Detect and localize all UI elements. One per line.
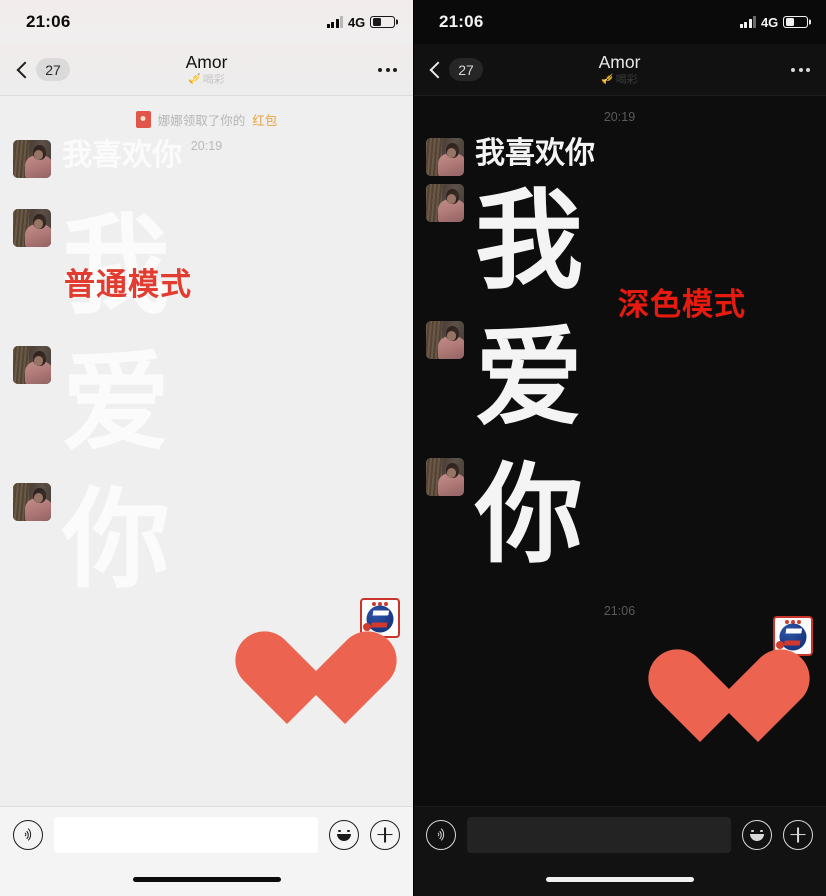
nav-subtitle-label: 喝彩 bbox=[615, 73, 638, 86]
red-packet-icon bbox=[135, 111, 151, 128]
dot-icon bbox=[393, 67, 397, 72]
chat-area-dark[interactable]: 20:19 深色模式 我喜欢你 我 爱 你 21:06 bbox=[413, 96, 826, 806]
nav-bar-light: 27 Amor 🎺 喝彩 bbox=[0, 44, 413, 96]
status-bar-light: 21:06 4G bbox=[0, 0, 413, 44]
unread-badge: 27 bbox=[449, 58, 483, 81]
message-text: 你 bbox=[62, 479, 171, 600]
message-row[interactable]: 爱 bbox=[13, 342, 171, 463]
message-row[interactable]: 你 bbox=[13, 479, 171, 600]
battery-icon bbox=[783, 15, 808, 29]
message-text: 我喜欢你 bbox=[475, 137, 595, 170]
plus-icon bbox=[790, 827, 806, 843]
heart-icon bbox=[233, 634, 345, 734]
home-indicator[interactable] bbox=[132, 876, 281, 882]
message-row[interactable]: 爱 bbox=[426, 317, 584, 438]
avatar[interactable] bbox=[426, 321, 464, 359]
chat-area-light[interactable]: 娜娜领取了你的 红包 20:19 普通模式 我喜欢你 我 爱 你 bbox=[0, 96, 413, 806]
avatar[interactable] bbox=[426, 138, 464, 176]
mode-label-normal: 普通模式 bbox=[64, 267, 192, 302]
nav-bar-dark: 27 Amor 🎺 喝彩 bbox=[413, 44, 826, 96]
more-actions-button[interactable] bbox=[783, 819, 813, 850]
home-indicator-area-light bbox=[0, 862, 413, 896]
panel-normal-mode: 21:06 4G 27 Amor 🎺 喝彩 娜娜领取了你的 红包 20:19 普… bbox=[0, 0, 413, 896]
page-title: Amor bbox=[598, 51, 641, 72]
status-time: 21:06 bbox=[26, 12, 71, 31]
panel-dark-mode: 21:06 4G 27 Amor 🎺 喝彩 20:19 深色模式 我喜欢你 我 … bbox=[413, 0, 826, 896]
avatar[interactable] bbox=[13, 209, 51, 247]
back-button[interactable]: 27 bbox=[429, 58, 483, 81]
page-title: Amor bbox=[185, 51, 228, 72]
signal-strength-icon bbox=[739, 16, 757, 28]
emoji-button[interactable] bbox=[742, 819, 772, 850]
voice-icon bbox=[433, 827, 449, 843]
message-row[interactable]: 我喜欢你 bbox=[426, 138, 595, 176]
system-notice-accent: 红包 bbox=[252, 114, 278, 128]
nav-subtitle: 🎺 喝彩 bbox=[601, 73, 637, 87]
status-indicators: 4G bbox=[739, 14, 808, 30]
heart-sticker[interactable] bbox=[233, 634, 345, 734]
emoji-icon bbox=[336, 826, 353, 843]
status-bar-dark: 21:06 4G bbox=[413, 0, 826, 44]
avatar[interactable] bbox=[13, 346, 51, 384]
avatar[interactable] bbox=[13, 483, 51, 521]
system-notice-row: 娜娜领取了你的 红包 bbox=[0, 96, 413, 129]
message-row[interactable]: 我 bbox=[426, 180, 584, 301]
more-options-button[interactable] bbox=[791, 67, 810, 72]
avatar[interactable] bbox=[13, 140, 51, 178]
more-options-button[interactable] bbox=[378, 67, 397, 72]
input-bar-light bbox=[0, 806, 413, 862]
nav-subtitle-label: 喝彩 bbox=[202, 73, 225, 86]
system-notice-text: 娜娜领取了你的 bbox=[157, 114, 246, 128]
chevron-left-icon bbox=[16, 61, 34, 78]
voice-icon bbox=[20, 827, 36, 843]
message-row[interactable]: 我喜欢你 bbox=[13, 140, 182, 178]
chevron-left-icon bbox=[429, 61, 447, 78]
heart-sticker[interactable] bbox=[646, 652, 758, 752]
home-indicator-area-dark bbox=[413, 862, 826, 896]
voice-input-button[interactable] bbox=[13, 819, 43, 850]
message-text: 我喜欢你 bbox=[62, 139, 182, 172]
dot-icon bbox=[791, 67, 795, 72]
unread-badge: 27 bbox=[36, 58, 70, 81]
home-indicator[interactable] bbox=[545, 876, 694, 882]
input-bar-dark bbox=[413, 806, 826, 862]
back-button[interactable]: 27 bbox=[16, 58, 70, 81]
emoji-icon bbox=[749, 826, 766, 843]
message-text: 爱 bbox=[62, 342, 171, 463]
message-row[interactable]: 你 bbox=[426, 454, 584, 575]
battery-icon bbox=[370, 15, 395, 29]
dot-icon bbox=[385, 67, 390, 72]
voice-input-button[interactable] bbox=[426, 819, 456, 850]
heart-icon bbox=[646, 652, 758, 752]
comparison-root: 21:06 4G 27 Amor 🎺 喝彩 娜娜领取了你的 红包 20:19 普… bbox=[0, 0, 826, 896]
avatar[interactable] bbox=[426, 458, 464, 496]
dot-icon bbox=[378, 67, 382, 72]
status-indicators: 4G bbox=[326, 14, 395, 30]
message-input[interactable] bbox=[467, 816, 731, 853]
message-text: 你 bbox=[475, 454, 584, 575]
panel-divider bbox=[413, 0, 414, 896]
message-text: 我 bbox=[475, 180, 584, 301]
trumpet-icon: 🎺 bbox=[601, 73, 614, 85]
message-input[interactable] bbox=[54, 816, 318, 853]
status-time: 21:06 bbox=[439, 12, 484, 31]
chat-timestamp-bottom: 21:06 bbox=[603, 604, 636, 618]
signal-strength-icon bbox=[326, 16, 344, 28]
chat-timestamp-top: 20:19 bbox=[603, 110, 636, 124]
avatar[interactable] bbox=[426, 184, 464, 222]
network-type-label: 4G bbox=[348, 14, 365, 30]
nav-subtitle: 🎺 喝彩 bbox=[188, 73, 224, 87]
network-type-label: 4G bbox=[761, 14, 778, 30]
dot-icon bbox=[806, 67, 810, 72]
message-text: 爱 bbox=[475, 317, 584, 438]
trumpet-icon: 🎺 bbox=[188, 73, 201, 85]
more-actions-button[interactable] bbox=[370, 819, 400, 850]
mode-label-dark: 深色模式 bbox=[618, 287, 746, 322]
emoji-button[interactable] bbox=[329, 819, 359, 850]
dot-icon bbox=[798, 67, 803, 72]
plus-icon bbox=[377, 827, 393, 843]
